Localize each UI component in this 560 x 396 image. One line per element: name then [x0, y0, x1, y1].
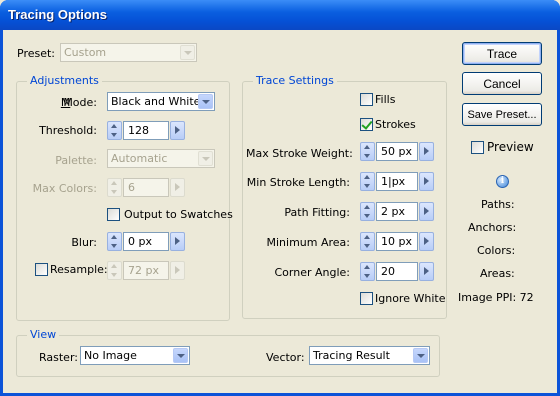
info-icon: i: [496, 175, 509, 188]
minimum-area-spinner[interactable]: 10 px: [360, 232, 434, 251]
spinner-icon[interactable]: [360, 262, 375, 281]
fills-checkbox[interactable]: [360, 93, 373, 106]
dropdown-arrow-icon: [413, 348, 428, 363]
dropdown-arrow-icon: [173, 348, 188, 363]
image-ppi-stat: Image PPI: 72: [458, 291, 534, 304]
vector-select[interactable]: Tracing Result: [309, 346, 430, 365]
ignore-white-label: Ignore White: [375, 292, 446, 305]
resample-label: Resample:: [50, 263, 108, 276]
min-stroke-length-field[interactable]: 1|px: [376, 172, 418, 191]
trace-button[interactable]: Trace: [462, 42, 542, 65]
raster-value: No Image: [84, 349, 137, 362]
blur-field[interactable]: 0 px: [123, 232, 169, 251]
step-arrow-icon[interactable]: [419, 262, 434, 281]
dropdown-arrow-icon: [180, 45, 195, 60]
spinner-icon[interactable]: [107, 261, 122, 280]
palette-label: Palette:: [55, 154, 97, 167]
anchors-stat: Anchors:: [468, 221, 517, 234]
palette-select[interactable]: Automatic: [107, 149, 215, 168]
min-stroke-length-spinner[interactable]: 1|px: [360, 172, 434, 191]
corner-angle-label: Corner Angle:: [274, 266, 350, 279]
max-stroke-weight-field[interactable]: 50 px: [376, 142, 418, 161]
spinner-icon[interactable]: [360, 232, 375, 251]
max-colors-field[interactable]: 6: [123, 178, 169, 197]
palette-value: Automatic: [111, 152, 168, 165]
output-to-swatches-label: Output to Swatches: [124, 208, 233, 221]
raster-select[interactable]: No Image: [80, 346, 190, 365]
max-stroke-weight-spinner[interactable]: 50 px: [360, 142, 434, 161]
window-title: Tracing Options: [8, 7, 107, 22]
threshold-spinner[interactable]: 128: [107, 121, 185, 140]
paths-stat: Paths:: [481, 198, 515, 211]
step-arrow-icon[interactable]: [170, 232, 185, 251]
max-colors-label: Max Colors:: [32, 182, 97, 195]
corner-angle-spinner[interactable]: 20: [360, 262, 434, 281]
mode-label: MMode:: [60, 96, 97, 109]
minimum-area-field[interactable]: 10 px: [376, 232, 418, 251]
vector-value: Tracing Result: [313, 349, 390, 362]
step-arrow-icon[interactable]: [170, 178, 185, 197]
spinner-icon[interactable]: [360, 142, 375, 161]
adjustments-group: Adjustments: [16, 74, 230, 321]
path-fitting-spinner[interactable]: 2 px: [360, 202, 434, 221]
threshold-field[interactable]: 128: [123, 121, 169, 140]
preset-value: Custom: [64, 46, 107, 59]
cancel-button[interactable]: Cancel: [462, 72, 542, 95]
strokes-checkbox[interactable]: [360, 118, 373, 131]
spinner-icon[interactable]: [360, 202, 375, 221]
strokes-label: Strokes: [375, 118, 416, 131]
trace-settings-legend: Trace Settings: [253, 74, 337, 87]
step-arrow-icon[interactable]: [419, 232, 434, 251]
output-to-swatches-checkbox[interactable]: [107, 208, 120, 221]
save-preset-button[interactable]: Save Preset...: [462, 103, 542, 126]
path-fitting-label: Path Fitting:: [284, 206, 350, 219]
raster-label: Raster:: [39, 351, 78, 364]
vector-label: Vector:: [266, 351, 305, 364]
step-arrow-icon[interactable]: [170, 261, 185, 280]
spinner-icon[interactable]: [360, 172, 375, 191]
adjustments-legend: Adjustments: [27, 74, 102, 87]
colors-stat: Colors:: [477, 244, 516, 257]
trace-settings-group: Trace Settings: [242, 74, 447, 319]
dropdown-arrow-icon: [198, 151, 213, 166]
fills-label: Fills: [375, 93, 396, 106]
resample-checkbox[interactable]: [35, 263, 48, 276]
title-bar[interactable]: Tracing Options: [0, 0, 560, 30]
ignore-white-checkbox[interactable]: [360, 292, 373, 305]
step-arrow-icon[interactable]: [419, 142, 434, 161]
tracing-options-window: Tracing Options Preset: Custom Adjustmen…: [0, 0, 560, 396]
minimum-area-label: Minimum Area:: [266, 236, 351, 249]
mode-select[interactable]: Black and White: [107, 92, 215, 111]
blur-label: Blur:: [71, 236, 97, 249]
path-fitting-field[interactable]: 2 px: [376, 202, 418, 221]
corner-angle-field[interactable]: 20: [376, 262, 418, 281]
view-legend: View: [27, 328, 60, 341]
spinner-icon[interactable]: [107, 178, 122, 197]
step-arrow-icon[interactable]: [170, 121, 185, 140]
resample-spinner[interactable]: 72 px: [107, 261, 185, 280]
step-arrow-icon[interactable]: [419, 172, 434, 191]
spinner-icon[interactable]: [107, 121, 122, 140]
preset-label: Preset:: [17, 47, 56, 60]
dialog-body: Preset: Custom Adjustments MMode: Black …: [3, 30, 557, 393]
areas-stat: Areas:: [480, 267, 515, 280]
resample-field[interactable]: 72 px: [123, 261, 169, 280]
max-colors-spinner[interactable]: 6: [107, 178, 185, 197]
spinner-icon[interactable]: [107, 232, 122, 251]
min-stroke-length-label: Min Stroke Length:: [246, 176, 350, 189]
step-arrow-icon[interactable]: [419, 202, 434, 221]
dropdown-arrow-icon: [198, 94, 213, 109]
preview-checkbox[interactable]: [471, 141, 484, 154]
threshold-label: Threshold:: [39, 124, 97, 137]
mode-value: Black and White: [111, 95, 201, 108]
preset-select[interactable]: Custom: [60, 43, 197, 62]
blur-spinner[interactable]: 0 px: [107, 232, 185, 251]
preview-label: Preview: [487, 140, 534, 154]
max-stroke-weight-label: Max Stroke Weight:: [246, 147, 353, 160]
